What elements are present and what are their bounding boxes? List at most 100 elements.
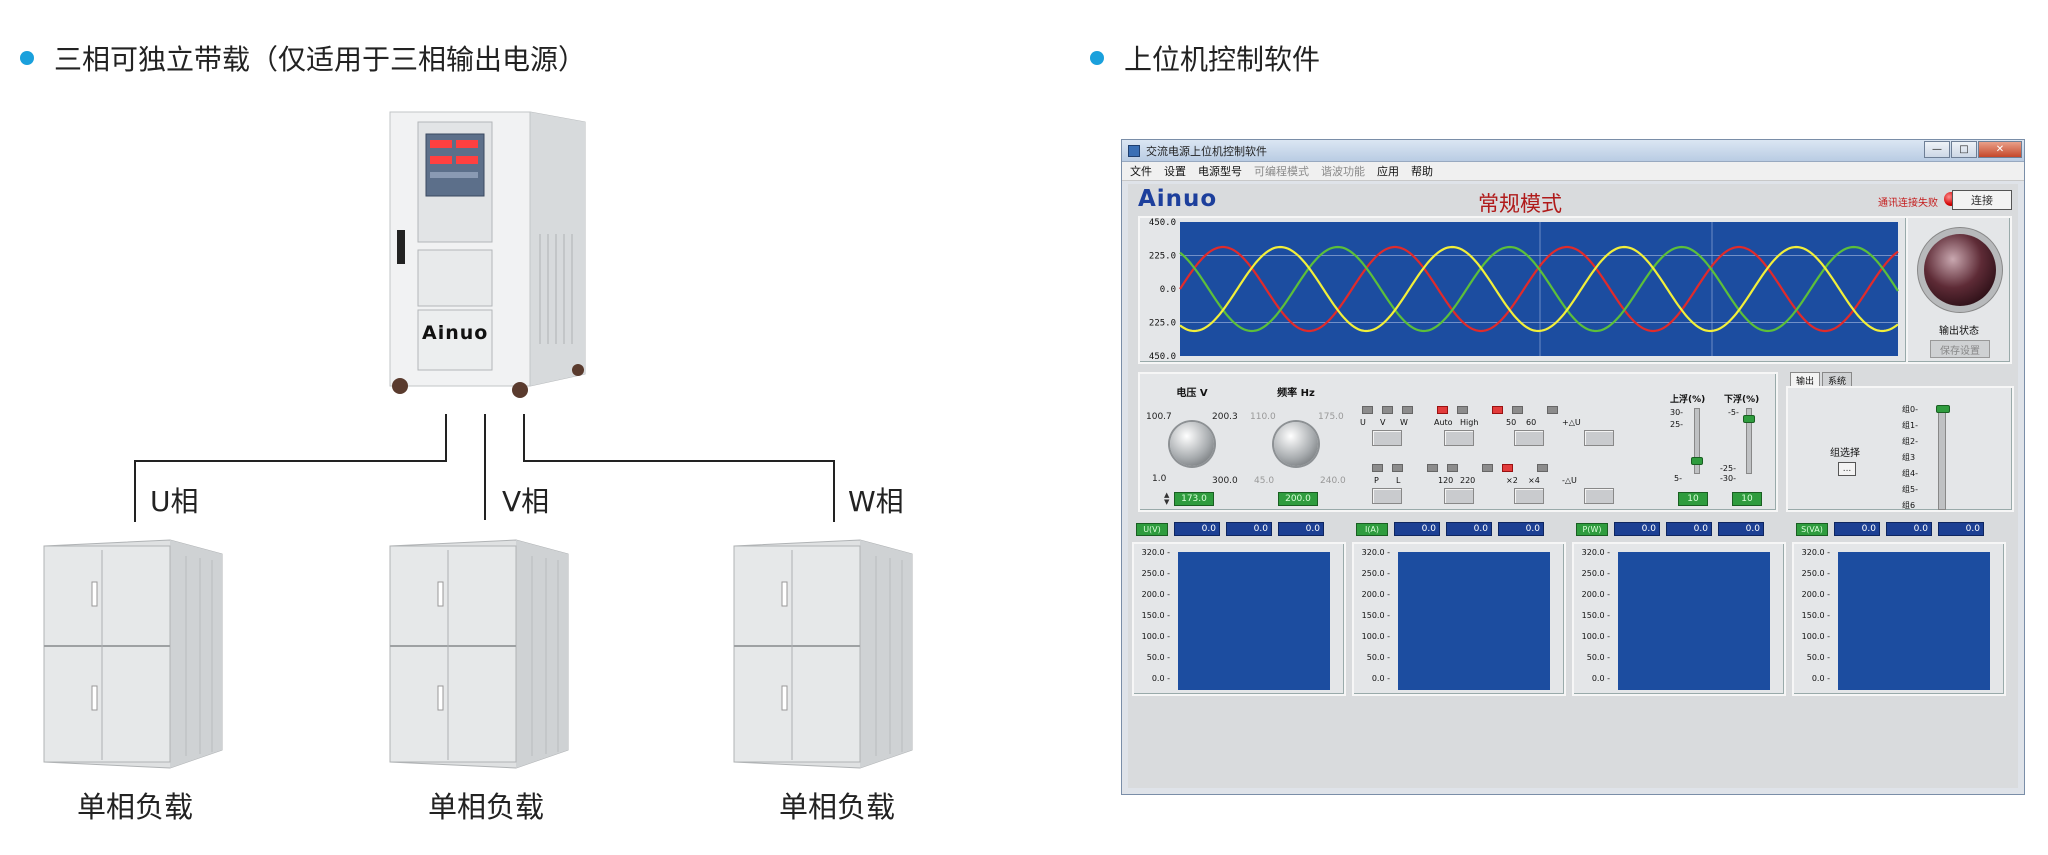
- mode-title: 常规模式: [1478, 192, 1562, 216]
- float-up-title: 上浮(%): [1670, 395, 1706, 405]
- voltage-spinner[interactable]: ▲ ▼: [1164, 492, 1172, 506]
- right-section-title-text: 上位机控制软件: [1124, 43, 1321, 76]
- right-section-title: 上位机控制软件: [1090, 38, 1320, 78]
- mini-chart-plot: [1398, 552, 1550, 690]
- pl-select-button[interactable]: [1372, 488, 1402, 504]
- load-cabinet-v: [389, 539, 569, 769]
- frequency-title: 频率 Hz: [1277, 388, 1315, 399]
- maximize-button[interactable]: □: [1951, 141, 1977, 158]
- mini-chart-y-tick: 200.0 -: [1581, 590, 1610, 599]
- minimize-button[interactable]: —: [1924, 141, 1950, 158]
- mini-chart-y-tick: 150.0 -: [1361, 611, 1390, 620]
- meter-strip-power: P(W) 0.0 0.0 0.0: [1572, 520, 1764, 538]
- menu-item-file[interactable]: 文件: [1130, 163, 1152, 179]
- phase-label-w: W相: [848, 485, 904, 518]
- menu-item-harmonic[interactable]: 谐波功能: [1321, 163, 1365, 179]
- comm-status-text: 通讯连接失败: [1878, 198, 1938, 209]
- group-select-button[interactable]: ...: [1838, 462, 1856, 476]
- menu-item-settings[interactable]: 设置: [1164, 163, 1186, 179]
- close-button[interactable]: ✕: [1978, 141, 2022, 158]
- float-up-slider[interactable]: [1691, 408, 1703, 474]
- float-down-tick-5: -5-: [1728, 408, 1739, 417]
- frequency-value-field[interactable]: 200.0: [1278, 492, 1318, 506]
- window-client-area: Ainuo 常规模式 通讯连接失败 连接 450.0 225.0 0.0 225.0 4…: [1128, 184, 2018, 788]
- led-50-icon: [1492, 406, 1503, 414]
- float-up-slider-thumb[interactable]: [1691, 457, 1703, 465]
- wire-w-horizontal: [523, 460, 835, 462]
- label-220: 220: [1460, 476, 1476, 485]
- wire-v-vertical: [484, 414, 486, 520]
- mini-chart-plot: [1838, 552, 1990, 690]
- float-up-tick-25: 25-: [1670, 420, 1684, 429]
- menu-item-programmable-mode[interactable]: 可编程模式: [1254, 163, 1309, 179]
- group-slider-thumb[interactable]: [1936, 405, 1950, 413]
- wire-u-vertical-top: [445, 414, 447, 462]
- output-status-panel: 输出状态 保存设置: [1906, 216, 2012, 364]
- label-v: V: [1380, 418, 1386, 427]
- led-l-icon: [1392, 464, 1403, 472]
- label-w: W: [1400, 418, 1408, 427]
- meter-label-voltage: U(V): [1136, 522, 1168, 536]
- led-p-icon: [1372, 464, 1383, 472]
- mini-chart-y-tick: 150.0 -: [1581, 611, 1610, 620]
- voltage-value-field[interactable]: 173.0: [1174, 492, 1214, 506]
- wire-u-horizontal: [134, 460, 447, 462]
- menu-item-help[interactable]: 帮助: [1411, 163, 1433, 179]
- group-slider[interactable]: [1936, 405, 1950, 510]
- voltage-knob[interactable]: [1170, 422, 1214, 466]
- label-120: 120: [1438, 476, 1454, 485]
- output-system-tabs: 输出 系统 组选择 ... 组0- 组1- 组2- 组3 组4- 组5- 组6: [1786, 372, 2014, 512]
- meter-voltage-1: 0.0: [1174, 522, 1220, 536]
- group-tick-0: 组0-: [1902, 405, 1918, 414]
- float-up-tick-30: 30-: [1670, 408, 1684, 417]
- range-select-button[interactable]: [1444, 430, 1474, 446]
- mini-chart-y-tick: 320.0 -: [1581, 548, 1610, 557]
- voltage-control: 电压 V 100.7 200.3 1.0 300.0 ▲ ▼ 173.0: [1140, 374, 1244, 510]
- tab-body: 组选择 ... 组0- 组1- 组2- 组3 组4- 组5- 组6: [1786, 386, 2014, 512]
- plus-du-button[interactable]: [1584, 430, 1614, 446]
- mini-chart-y-tick: 50.0 -: [1146, 653, 1170, 662]
- control-panel: 电压 V 100.7 200.3 1.0 300.0 ▲ ▼ 173.0 频率 H…: [1138, 372, 1778, 512]
- float-down-value[interactable]: 10: [1732, 492, 1762, 506]
- meter-apparent-1: 0.0: [1834, 522, 1880, 536]
- mini-chart-y-tick: 50.0 -: [1366, 653, 1390, 662]
- frequency-knob[interactable]: [1274, 422, 1318, 466]
- label-u: U: [1360, 418, 1366, 427]
- wire-u-vertical-bottom: [134, 460, 136, 522]
- app-brand-logo: Ainuo: [1138, 186, 1218, 212]
- output-toggle-knob[interactable]: [1924, 234, 1996, 306]
- phase-label-u: U相: [150, 485, 199, 518]
- menu-item-apply[interactable]: 应用: [1377, 163, 1399, 179]
- group-tick-4: 组4-: [1902, 469, 1918, 478]
- multiplier-button[interactable]: [1514, 488, 1544, 504]
- mini-chart-y-tick: 100.0 -: [1581, 632, 1610, 641]
- float-down-slider[interactable]: [1743, 408, 1755, 474]
- connect-button[interactable]: 连接: [1952, 190, 2012, 210]
- meter-power-1: 0.0: [1614, 522, 1660, 536]
- mini-chart-y-tick: 50.0 -: [1586, 653, 1610, 662]
- window-titlebar[interactable]: 交流电源上位机控制软件 — □ ✕: [1122, 140, 2024, 162]
- source-brand-logo: Ainuo: [422, 322, 489, 344]
- mini-chart-y-tick: 320.0 -: [1141, 548, 1170, 557]
- menu-item-power-model[interactable]: 电源型号: [1198, 163, 1242, 179]
- mini-chart-voltage: 320.0 - 250.0 - 200.0 - 150.0 - 100.0 - 50.0 …: [1132, 542, 1346, 696]
- voltage-mark-right: 200.3: [1212, 412, 1238, 422]
- label-plus-du: +△U: [1562, 418, 1581, 427]
- freq-preset-button[interactable]: [1514, 430, 1544, 446]
- float-down-slider-thumb[interactable]: [1743, 415, 1755, 423]
- label-50: 50: [1506, 418, 1517, 427]
- phase-select-button[interactable]: [1372, 430, 1402, 446]
- led-high-icon: [1457, 406, 1468, 414]
- led-row-bottom: [1372, 464, 1557, 472]
- phase-label-v: V相: [502, 485, 550, 518]
- frequency-mark-right: 175.0: [1318, 412, 1344, 422]
- meter-apparent-3: 0.0: [1938, 522, 1984, 536]
- voltage-max: 300.0: [1212, 476, 1238, 486]
- minus-du-button[interactable]: [1584, 488, 1614, 504]
- voltage-preset-button[interactable]: [1444, 488, 1474, 504]
- mini-chart-y-tick: 250.0 -: [1801, 569, 1830, 578]
- led-x4-icon: [1502, 464, 1513, 472]
- float-up-value[interactable]: 10: [1678, 492, 1708, 506]
- save-settings-button[interactable]: 保存设置: [1930, 340, 1990, 358]
- mini-chart-y-tick: 200.0 -: [1801, 590, 1830, 599]
